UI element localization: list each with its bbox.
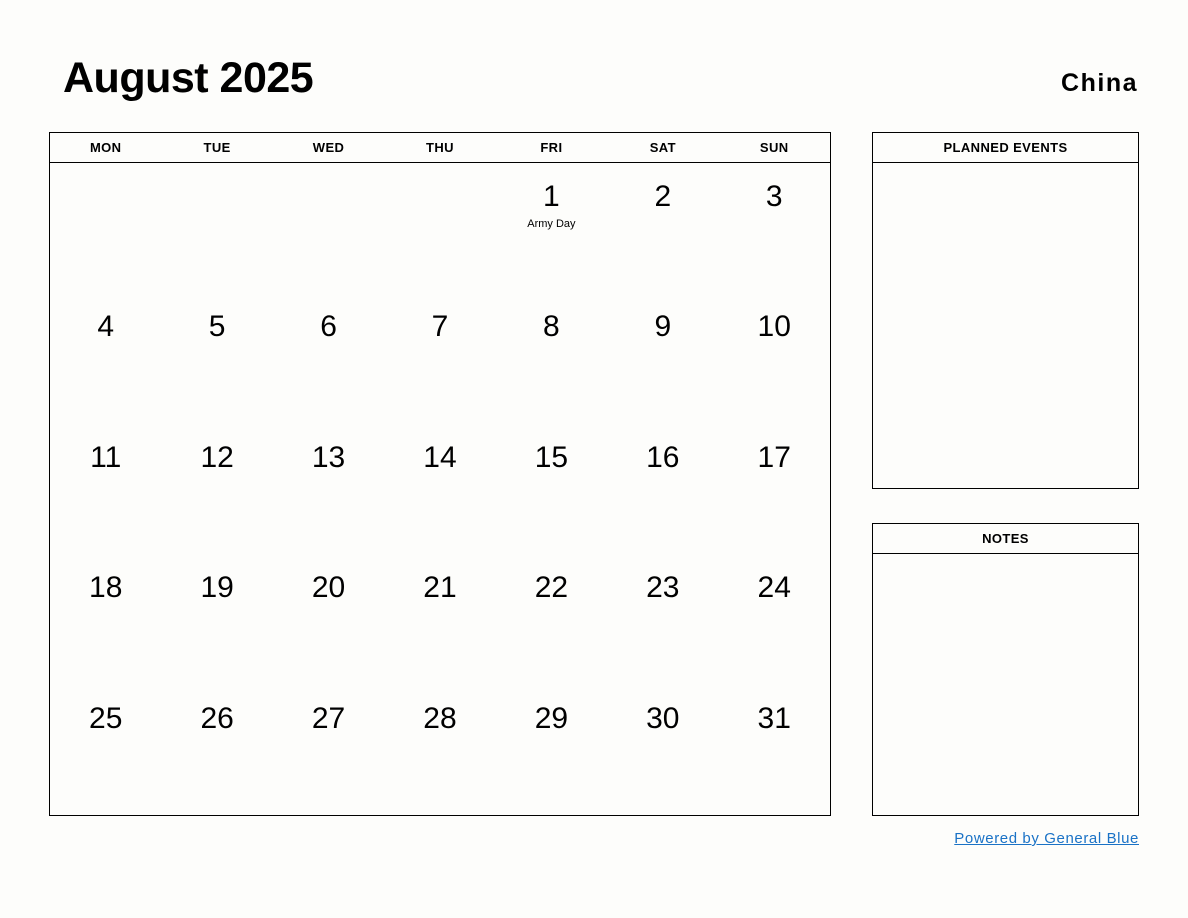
- day-event-label: Army Day: [527, 218, 576, 230]
- day-number: 17: [757, 440, 791, 474]
- weekday-header-sun: SUN: [759, 140, 789, 155]
- week-row: 1 Army Day 2 3: [50, 163, 830, 293]
- day-number: 20: [311, 571, 346, 605]
- notes-body[interactable]: [873, 554, 1138, 814]
- day-number: 14: [423, 440, 457, 474]
- day-cell[interactable]: 18: [50, 554, 161, 684]
- day-number: 1: [543, 180, 560, 213]
- day-cell[interactable]: 22: [496, 554, 607, 684]
- day-cell[interactable]: [384, 163, 495, 293]
- weekday-header-sat: SAT: [649, 140, 676, 155]
- day-cell[interactable]: 19: [161, 554, 272, 684]
- day-number: 30: [646, 701, 680, 735]
- day-number: 2: [654, 180, 672, 213]
- day-cell[interactable]: [50, 163, 161, 293]
- calendar-weeks: 1 Army Day 2 3 4 5 6 7 8 9 10 11 12 13 1…: [50, 163, 830, 815]
- day-number: 15: [534, 440, 569, 474]
- day-cell[interactable]: 11: [50, 424, 161, 554]
- weekday-header-fri: FRI: [540, 140, 563, 155]
- powered-by-link[interactable]: Powered by General Blue: [954, 830, 1139, 847]
- day-number: 9: [654, 310, 672, 344]
- day-cell[interactable]: 27: [273, 685, 384, 815]
- day-cell[interactable]: 25: [50, 685, 161, 815]
- day-number: 26: [200, 701, 234, 735]
- day-number: 11: [90, 440, 122, 474]
- day-number: 18: [89, 571, 123, 605]
- week-row: 25 26 27 28 29 30 31: [50, 685, 830, 815]
- day-cell[interactable]: 7: [384, 293, 495, 423]
- day-number: 10: [757, 310, 791, 344]
- day-cell[interactable]: 31: [719, 685, 830, 815]
- notes-panel: NOTES: [872, 523, 1139, 816]
- day-number: 22: [534, 571, 569, 605]
- day-cell[interactable]: 23: [607, 554, 718, 684]
- day-number: 3: [765, 180, 783, 213]
- weekday-header-tue: TUE: [203, 140, 231, 155]
- day-number: 27: [311, 701, 346, 735]
- day-number: 23: [646, 571, 680, 605]
- calendar-page: August 2025 China MON TUE WED THU FRI SA…: [0, 0, 1188, 918]
- week-row: 4 5 6 7 8 9 10: [50, 293, 830, 423]
- day-number: 24: [757, 571, 791, 605]
- day-number: 25: [89, 701, 123, 735]
- day-number: 29: [534, 701, 569, 735]
- day-number: 19: [200, 571, 234, 605]
- day-cell[interactable]: 29: [496, 685, 607, 815]
- day-cell[interactable]: 5: [161, 293, 272, 423]
- day-number: 12: [200, 440, 234, 474]
- day-cell[interactable]: 21: [384, 554, 495, 684]
- day-cell[interactable]: 20: [273, 554, 384, 684]
- country-label: China: [1061, 69, 1138, 97]
- day-number: 13: [311, 440, 346, 474]
- day-cell[interactable]: 24: [719, 554, 830, 684]
- day-cell[interactable]: 26: [161, 685, 272, 815]
- day-number: 4: [97, 310, 115, 344]
- day-cell[interactable]: 2: [607, 163, 718, 293]
- page-footer: Powered by General Blue: [872, 830, 1139, 848]
- day-cell[interactable]: 1 Army Day: [496, 163, 607, 293]
- day-cell[interactable]: 6: [273, 293, 384, 423]
- day-cell[interactable]: 14: [384, 424, 495, 554]
- day-number: 7: [431, 310, 449, 344]
- day-cell[interactable]: 13: [273, 424, 384, 554]
- day-number: 28: [423, 701, 457, 735]
- weekday-header-mon: MON: [89, 140, 122, 155]
- weekday-header-thu: THU: [426, 140, 454, 155]
- day-cell[interactable]: 10: [719, 293, 830, 423]
- day-cell[interactable]: [273, 163, 384, 293]
- day-cell[interactable]: 12: [161, 424, 272, 554]
- day-cell[interactable]: 4: [50, 293, 161, 423]
- day-cell[interactable]: 8: [496, 293, 607, 423]
- day-number: 5: [208, 310, 226, 344]
- planned-events-body[interactable]: [873, 163, 1138, 487]
- weekday-header-wed: WED: [312, 140, 345, 155]
- page-title: August 2025: [63, 54, 314, 102]
- day-cell[interactable]: [161, 163, 272, 293]
- calendar-grid: MON TUE WED THU FRI SAT SUN 1 Army Day 2…: [49, 132, 831, 816]
- day-number: 21: [423, 571, 457, 605]
- day-number: 8: [543, 310, 560, 344]
- day-cell[interactable]: 3: [719, 163, 830, 293]
- day-cell[interactable]: 17: [719, 424, 830, 554]
- day-number: 6: [320, 310, 337, 344]
- planned-events-panel: PLANNED EVENTS: [872, 132, 1139, 489]
- day-cell[interactable]: 30: [607, 685, 718, 815]
- notes-title: NOTES: [873, 524, 1138, 554]
- page-header: August 2025 China: [0, 52, 1188, 112]
- day-cell[interactable]: 15: [496, 424, 607, 554]
- planned-events-title: PLANNED EVENTS: [873, 133, 1138, 163]
- day-cell[interactable]: 9: [607, 293, 718, 423]
- day-cell[interactable]: 28: [384, 685, 495, 815]
- day-number: 16: [646, 440, 680, 474]
- week-row: 11 12 13 14 15 16 17: [50, 424, 830, 554]
- weekday-header-row: MON TUE WED THU FRI SAT SUN: [50, 133, 830, 163]
- day-cell[interactable]: 16: [607, 424, 718, 554]
- day-number: 31: [757, 701, 791, 735]
- week-row: 18 19 20 21 22 23 24: [50, 554, 830, 684]
